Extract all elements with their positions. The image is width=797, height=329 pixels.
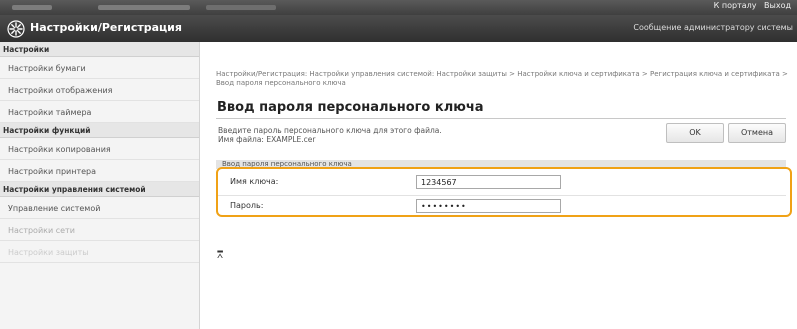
logout-link[interactable]: Выход [764, 1, 791, 10]
top-links: К порталу Выход [709, 1, 791, 10]
breadcrumb: Настройки/Регистрация: Настройки управле… [216, 70, 788, 87]
sidebar-item-display[interactable]: Настройки отображения [0, 79, 199, 101]
sidebar: Настройки Настройки бумаги Настройки ото… [0, 42, 200, 329]
back-to-top-icon[interactable]: ⩞ [217, 250, 223, 261]
top-bar: К порталу Выход [0, 0, 797, 15]
file-name-text: Имя файла: EXAMPLE.cer [218, 135, 316, 144]
sidebar-item-network[interactable]: Настройки сети [0, 219, 199, 241]
blurred-text [12, 5, 52, 10]
cancel-button[interactable]: Отмена [728, 123, 786, 143]
password-input[interactable] [416, 199, 561, 213]
portal-link[interactable]: К порталу [714, 1, 757, 10]
page-title: Ввод пароля персонального ключа [217, 100, 484, 115]
key-name-input[interactable] [416, 175, 561, 189]
main-content: Настройки/Регистрация: Настройки управле… [208, 42, 793, 329]
password-label: Пароль: [230, 201, 264, 210]
description: Введите пароль персонального ключа для э… [218, 126, 442, 144]
sidebar-group-functions: Настройки функций [0, 123, 199, 138]
instruction-text: Введите пароль персонального ключа для э… [218, 126, 442, 135]
blurred-text [206, 5, 276, 10]
sidebar-group-system: Настройки управления системой [0, 182, 199, 197]
sidebar-group-settings: Настройки [0, 42, 199, 57]
blurred-text [98, 5, 190, 10]
app-title: Настройки/Регистрация [30, 21, 182, 34]
sidebar-item-system-management[interactable]: Управление системой [0, 197, 199, 219]
sidebar-item-copy[interactable]: Настройки копирования [0, 138, 199, 160]
sidebar-item-printer[interactable]: Настройки принтера [0, 160, 199, 182]
app-header: Настройки/Регистрация Сообщение админист… [0, 15, 797, 42]
gear-icon [7, 20, 25, 38]
password-row: Пароль: [218, 195, 786, 215]
admin-message-link[interactable]: Сообщение администратору системы [633, 23, 793, 32]
key-name-row: Имя ключа: [218, 172, 786, 192]
sidebar-item-security[interactable]: Настройки защиты [0, 241, 199, 263]
sidebar-item-paper[interactable]: Настройки бумаги [0, 57, 199, 79]
key-name-label: Имя ключа: [230, 177, 279, 186]
ok-button[interactable]: OK [666, 123, 724, 143]
title-divider [216, 118, 786, 119]
sidebar-item-timer[interactable]: Настройки таймера [0, 101, 199, 123]
